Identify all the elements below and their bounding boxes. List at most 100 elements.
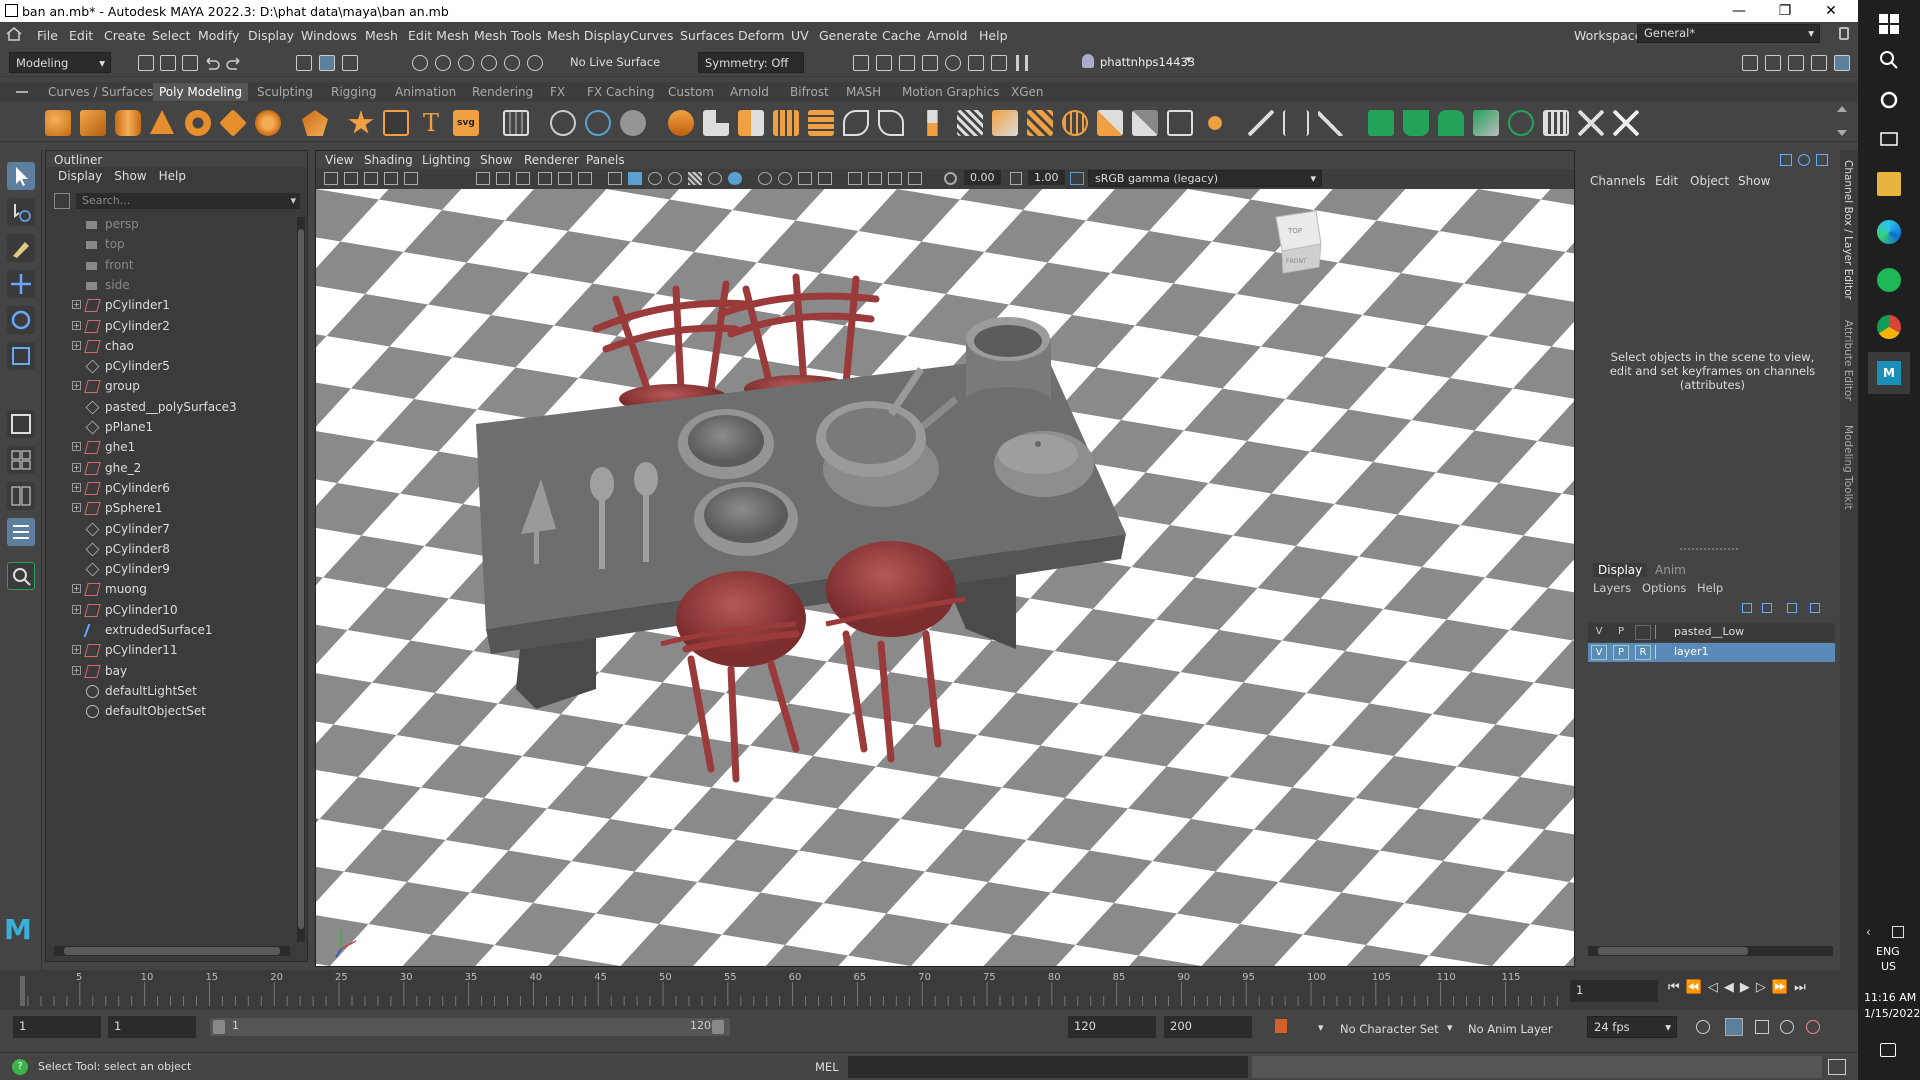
outliner-item[interactable]: top [46, 235, 296, 255]
fps-dropdown[interactable]: 24 fps ▾ [1587, 1016, 1677, 1038]
outliner-item[interactable]: defaultObjectSet [46, 702, 296, 722]
hypershade-icon[interactable] [945, 55, 961, 71]
spotify-icon[interactable] [1877, 268, 1901, 292]
attribute-editor-icon[interactable] [1788, 55, 1804, 71]
render-current-frame-icon[interactable] [853, 55, 869, 71]
menu-modify[interactable]: Modify [198, 28, 239, 43]
outliner-item[interactable]: persp [46, 215, 296, 235]
expand-icon[interactable]: + [72, 300, 81, 310]
snap-grid-icon[interactable] [412, 55, 428, 71]
single-perspective-layout-icon[interactable] [7, 410, 35, 438]
scene-start-field[interactable]: 1 [13, 1016, 101, 1038]
outliner-item[interactable]: + pCylinder2 [46, 317, 296, 337]
expand-icon[interactable]: + [72, 320, 81, 330]
lock-icon[interactable] [1839, 27, 1849, 40]
step-forward-key-icon[interactable]: ⏩ [1772, 980, 1794, 995]
filter-icon[interactable] [54, 193, 70, 209]
connect-icon[interactable] [1027, 110, 1053, 136]
shelf-tab-rendering[interactable]: Rendering [472, 85, 533, 99]
snap-view-plane-icon[interactable] [481, 55, 497, 71]
side-tab-attribute-editor[interactable]: Attribute Editor [1842, 320, 1854, 401]
minimize-button[interactable]: — [1716, 0, 1762, 22]
outliner-item[interactable]: + pCylinder11 [46, 641, 296, 661]
scene-3d-view[interactable]: TOP FRONT [316, 189, 1575, 967]
layer-menu-help[interactable]: Help [1697, 581, 1723, 595]
isolate-select-icon[interactable] [848, 172, 862, 185]
clock-time[interactable]: 11:16 AM [1864, 991, 1916, 1004]
chevron-left-icon[interactable]: ‹ [1866, 925, 1871, 939]
resolution-gate-icon[interactable] [516, 172, 530, 185]
script-language-toggle[interactable]: MEL [815, 1060, 839, 1074]
layer-tab-anim[interactable]: Anim [1655, 563, 1686, 577]
outliner-item[interactable]: + group [46, 377, 296, 397]
language-indicator[interactable]: ENG [1876, 945, 1900, 958]
motion-blur-icon[interactable] [778, 172, 792, 185]
target-weld-icon[interactable] [992, 110, 1018, 136]
layer-name[interactable]: pasted__Low [1674, 625, 1744, 638]
play-forward-icon[interactable]: ▶ [1740, 980, 1756, 995]
menu-create[interactable]: Create [104, 28, 146, 43]
move-tool-icon[interactable] [7, 270, 35, 298]
outliner-item[interactable]: + pCylinder1 [46, 296, 296, 316]
poly-cube-icon[interactable] [80, 110, 106, 136]
viewport-persp[interactable]: View Shading Lighting Show Renderer Pane… [315, 150, 1575, 967]
screen-space-ao-icon[interactable] [758, 172, 772, 185]
menu-edit[interactable]: Edit [69, 28, 93, 43]
render-settings-icon[interactable] [922, 55, 938, 71]
outliner-item[interactable]: pasted__polySurface3 [46, 398, 296, 418]
menu-arnold[interactable]: Arnold [927, 28, 967, 43]
exposure-field[interactable]: 0.00 [964, 170, 1001, 185]
script-editor-icon[interactable] [1828, 1059, 1846, 1075]
shelf-tab-arnold[interactable]: Arnold [730, 85, 769, 99]
select-tool-icon[interactable] [7, 162, 35, 190]
shelf-tab-fx-caching[interactable]: FX Caching [587, 85, 654, 99]
menu-mesh-tools[interactable]: Mesh Tools [474, 28, 542, 43]
step-back-key-icon[interactable]: ⏪ [1686, 980, 1708, 995]
textured-icon[interactable] [688, 172, 702, 185]
outliner-item[interactable]: + ghe1 [46, 438, 296, 458]
layer-playback-toggle[interactable]: P [1613, 645, 1629, 660]
field-chart-icon[interactable] [558, 172, 572, 185]
layer-color-swatch[interactable] [1655, 625, 1669, 639]
outliner-item[interactable]: extrudedSurface1 [46, 621, 296, 641]
auto-seams-icon[interactable] [1508, 110, 1534, 136]
extrude-icon[interactable] [738, 110, 764, 136]
tool-settings-icon[interactable] [1811, 55, 1827, 71]
layer-row-pasted-low[interactable]: V P pasted__Low [1588, 623, 1835, 642]
home-icon[interactable] [6, 27, 22, 41]
layer-tab-display[interactable]: Display [1593, 563, 1648, 577]
select-by-component-icon[interactable] [342, 55, 358, 71]
sculpt-brush-icon[interactable] [1318, 110, 1344, 136]
step-forward-frame-icon[interactable]: ▷ [1756, 980, 1772, 995]
outliner-item[interactable]: pCylinder7 [46, 520, 296, 540]
poly-sphere-icon[interactable] [45, 110, 71, 136]
menu-file[interactable]: File [37, 28, 58, 43]
range-start-handle[interactable] [213, 1020, 225, 1034]
gate-mask-icon[interactable] [538, 172, 552, 185]
cortana-icon[interactable] [1877, 88, 1901, 112]
close-button[interactable]: ✕ [1808, 0, 1854, 22]
viewport-menu-view[interactable]: View [325, 153, 353, 167]
spherical-map-icon[interactable] [1473, 110, 1499, 136]
viewport-menu-shading[interactable]: Shading [364, 153, 413, 167]
layer-playback-toggle[interactable]: P [1613, 625, 1629, 640]
pot-lid[interactable] [994, 431, 1094, 497]
chrome-icon[interactable] [1877, 315, 1901, 339]
layer-menu-layers[interactable]: Layers [1593, 581, 1631, 595]
move-layer-up-icon[interactable] [1742, 603, 1752, 613]
auto-key-icon[interactable] [1275, 1019, 1287, 1033]
layer-hscrollbar[interactable] [1588, 946, 1833, 956]
shelf-tab-poly-modeling[interactable]: Poly Modeling [153, 83, 248, 101]
menu-cache[interactable]: Cache [882, 28, 921, 43]
time-editor-icon[interactable] [1780, 1020, 1794, 1034]
zoom-icon[interactable] [7, 562, 35, 590]
outliner-layout-icon[interactable] [7, 518, 35, 546]
ipr-render-icon[interactable] [899, 55, 915, 71]
shelf-scroll-up-icon[interactable] [1837, 106, 1847, 112]
outliner-menu-display[interactable]: Display [58, 169, 102, 183]
poly-cylinder-icon[interactable] [115, 110, 141, 136]
cached-playback-icon[interactable] [1725, 1018, 1743, 1036]
chevron-down-icon[interactable]: ▾ [1318, 1021, 1324, 1034]
expand-icon[interactable]: + [72, 482, 81, 492]
menu-windows[interactable]: Windows [301, 28, 357, 43]
